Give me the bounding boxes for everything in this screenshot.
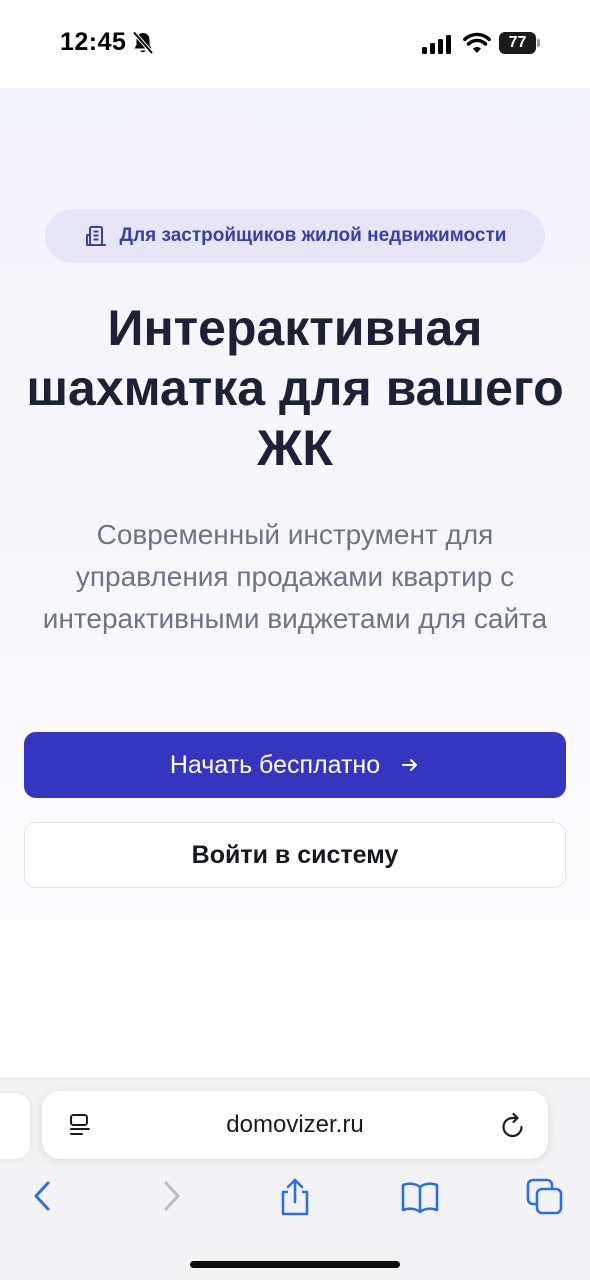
status-bar: 12:45 77 bbox=[0, 0, 590, 88]
wifi-icon bbox=[463, 32, 491, 53]
login-button[interactable]: Войти в систему bbox=[24, 822, 566, 888]
battery-level: 77 bbox=[499, 32, 536, 54]
address-bar[interactable]: domovizer.ru bbox=[42, 1091, 548, 1159]
browser-toolbar: domovizer.ru bbox=[0, 1078, 590, 1280]
forward-icon[interactable] bbox=[152, 1177, 192, 1217]
start-free-button[interactable]: Начать бесплатно bbox=[24, 732, 566, 798]
page-subtitle: Современный инструмент для управления пр… bbox=[42, 519, 548, 634]
login-label: Войти в систему bbox=[191, 840, 399, 869]
badge-text: Для застройщиков жилой недвижимости bbox=[119, 225, 507, 246]
share-icon[interactable] bbox=[275, 1177, 315, 1217]
arrow-right-icon bbox=[402, 759, 418, 771]
back-icon[interactable] bbox=[24, 1177, 64, 1217]
tabs-icon[interactable] bbox=[525, 1177, 565, 1217]
address-url: domovizer.ru bbox=[226, 1111, 364, 1138]
bookmarks-icon[interactable] bbox=[400, 1177, 440, 1217]
building-icon bbox=[85, 226, 106, 246]
reload-icon[interactable] bbox=[500, 1111, 526, 1139]
bell-off-icon bbox=[132, 31, 154, 55]
battery-tip bbox=[537, 39, 540, 47]
status-time: 12:45 bbox=[60, 28, 127, 56]
title-line: Интерактивная bbox=[107, 300, 483, 356]
cellular-signal-icon bbox=[422, 35, 451, 54]
start-free-label: Начать бесплатно bbox=[169, 750, 381, 779]
previous-tab-preview[interactable] bbox=[0, 1093, 30, 1159]
audience-badge: Для застройщиков жилой недвижимости bbox=[45, 209, 545, 263]
landing-page: Для застройщиков жилой недвижимости Инте… bbox=[0, 88, 590, 1078]
title-line: ЖК bbox=[257, 420, 333, 476]
page-title: Интерактивная шахматка для вашего ЖК bbox=[10, 298, 580, 478]
home-indicator bbox=[190, 1261, 400, 1268]
battery-icon: 77 bbox=[499, 32, 541, 54]
title-line: шахматка для вашего bbox=[26, 360, 564, 416]
